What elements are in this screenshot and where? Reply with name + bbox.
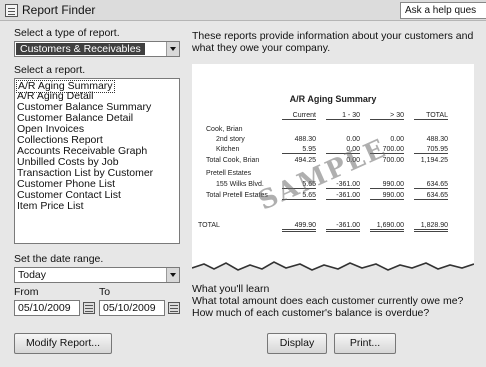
- cell: 499.90: [282, 222, 316, 232]
- window-title: Report Finder: [22, 3, 96, 17]
- from-label: From: [14, 286, 39, 298]
- cell: 1,690.00: [370, 222, 404, 232]
- row-label: Total Cook, Brian: [206, 157, 260, 164]
- row-label: TOTAL: [198, 222, 220, 229]
- chevron-down-icon[interactable]: [166, 42, 179, 56]
- report-type-label: Select a type of report.: [14, 27, 120, 39]
- cell: 634.65: [414, 181, 448, 189]
- cell: 5.95: [282, 146, 316, 154]
- cell: 488.30: [426, 136, 448, 143]
- report-type-description: These reports provide information about …: [192, 30, 474, 54]
- to-date-value: 05/10/2009: [103, 302, 156, 314]
- calendar-icon[interactable]: [83, 302, 95, 314]
- cell: 1,194.25: [420, 157, 448, 164]
- title-bar: Report Finder Ask a help ques: [0, 0, 486, 21]
- modify-report-button[interactable]: Modify Report...: [14, 333, 112, 354]
- date-range-select[interactable]: Today: [14, 267, 180, 283]
- from-date-value: 05/10/2009: [18, 302, 71, 314]
- cell: -361.00: [326, 192, 360, 200]
- date-range-value: Today: [18, 269, 47, 281]
- row-label: Pretell Estates: [206, 170, 252, 177]
- to-date-field[interactable]: 05/10/2009: [99, 300, 165, 316]
- column-header: Current: [282, 112, 316, 120]
- date-range-label: Set the date range.: [14, 253, 104, 265]
- column-header: TOTAL: [414, 112, 448, 120]
- calendar-icon[interactable]: [168, 302, 180, 314]
- sample-watermark: SAMPLE: [253, 133, 392, 217]
- report-finder-icon: [5, 4, 18, 17]
- row-label: Cook, Brian: [206, 126, 243, 133]
- from-date-field[interactable]: 05/10/2009: [14, 300, 80, 316]
- list-item[interactable]: Item Price List: [17, 201, 84, 212]
- cell: 488.30: [294, 136, 316, 143]
- cell: 990.00: [370, 181, 404, 189]
- display-button[interactable]: Display: [267, 333, 327, 354]
- report-type-value: Customers & Receivables: [16, 43, 145, 55]
- cell: 1,828.90: [414, 222, 448, 232]
- cell: 634.65: [414, 192, 448, 200]
- learn-title: What you'll learn: [192, 283, 270, 295]
- column-header: > 30: [370, 112, 404, 120]
- report-type-select[interactable]: Customers & Receivables: [14, 41, 180, 57]
- cell: -361.00: [326, 222, 360, 232]
- cell: 705.95: [414, 146, 448, 154]
- row-label: 2nd story: [216, 136, 245, 143]
- column-header: 1 - 30: [326, 112, 360, 120]
- cell: 0.00: [346, 136, 360, 143]
- report-list[interactable]: A/R Aging Summary A/R Aging Detail Custo…: [14, 78, 180, 244]
- print-button[interactable]: Print...: [334, 333, 396, 354]
- sample-report-preview: A/R Aging Summary Current 1 - 30 > 30 TO…: [192, 64, 474, 282]
- sample-report-title: A/R Aging Summary: [289, 94, 377, 104]
- chevron-down-icon[interactable]: [166, 268, 179, 282]
- row-label: Kitchen: [216, 146, 240, 153]
- to-label: To: [99, 286, 111, 298]
- learn-description: What total amount does each customer cur…: [192, 295, 464, 319]
- torn-edge: [192, 261, 474, 282]
- report-list-label: Select a report.: [14, 64, 86, 76]
- help-search-input[interactable]: Ask a help ques: [400, 2, 486, 19]
- cell: 990.00: [370, 192, 404, 200]
